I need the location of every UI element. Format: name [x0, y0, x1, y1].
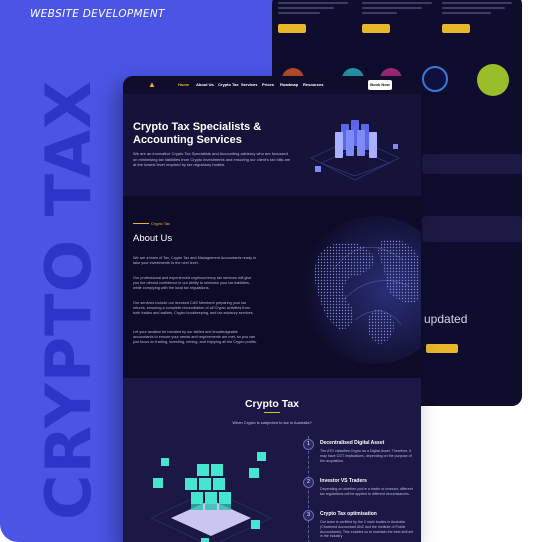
crypto-divider [264, 412, 280, 413]
site-nav: ▲ Home About Us Crypto Tax Services Pric… [123, 76, 421, 94]
hero-section: Crypto Tax Specialists & Accounting Serv… [123, 94, 421, 196]
back-text-column [442, 2, 512, 33]
back-text-column [278, 2, 348, 33]
about-title: About Us [133, 233, 173, 244]
about-section: Crypto Tax About Us We are a team of Tax… [123, 196, 421, 378]
about-paragraph: Let your taxation be handled by our skil… [133, 330, 257, 344]
about-eyebrow: Crypto Tax [151, 221, 171, 226]
feature-title: Decentralised Digital Asset [320, 440, 385, 446]
about-paragraph: Our professional and experienced cryptoc… [133, 276, 252, 290]
back-updated-heading: updated [424, 312, 468, 326]
big-title: CRYPTO TAX [32, 79, 105, 520]
feature-timeline [308, 436, 309, 542]
back-button[interactable] [426, 344, 458, 353]
book-now-button[interactable]: Book Now [368, 80, 392, 90]
nav-item-about[interactable]: About Us [196, 82, 214, 87]
partner-logo [422, 66, 448, 92]
nav-item-roadmap[interactable]: Roadmap [280, 82, 298, 87]
feature-text: The ATO classifies Crypto as a Digital A… [320, 449, 412, 463]
crypto-title: Crypto Tax [244, 398, 300, 410]
crypto-tax-section: Crypto Tax When Crypto is subjected to t… [123, 378, 421, 542]
cube-blocks-illustration [150, 452, 272, 542]
nav-item-crypto-tax[interactable]: Crypto Tax [218, 82, 239, 87]
back-button[interactable] [362, 24, 390, 33]
hero-text: We are an innovative Crypto Tax Speciali… [133, 151, 291, 167]
back-panel [422, 154, 522, 174]
about-paragraph: Our services include our licensed CAS Me… [133, 301, 254, 315]
category-tag: WEBSITE DEVELOPMENT [30, 8, 165, 20]
about-divider [133, 223, 149, 224]
hero-title: Crypto Tax Specialists & Accounting Serv… [133, 121, 262, 146]
feature-text: Depending on whether you're a trader or … [320, 487, 413, 496]
server-blocks-illustration [310, 120, 400, 181]
partner-logo [477, 64, 509, 96]
nav-item-home[interactable]: Home [178, 82, 189, 87]
front-screenshot: ▲ Home About Us Crypto Tax Services Pric… [123, 76, 421, 542]
feature-number-badge: 2 [303, 477, 314, 488]
back-panel [422, 216, 522, 242]
flame-icon[interactable]: ▲ [148, 80, 156, 90]
back-button[interactable] [278, 24, 306, 33]
feature-number-badge: 3 [303, 510, 314, 521]
portfolio-canvas: WEBSITE DEVELOPMENT CRYPTO TAX updated ▲… [0, 0, 544, 542]
feature-number-badge: 1 [303, 439, 314, 450]
back-button[interactable] [442, 24, 470, 33]
back-text-column [362, 2, 432, 33]
feature-title: Crypto Tax optimisation [320, 511, 377, 517]
nav-item-resources[interactable]: Resources [303, 82, 323, 87]
feature-text: Our team is certified by the 2 main bodi… [320, 520, 414, 539]
nav-item-prices[interactable]: Prices [262, 82, 274, 87]
feature-title: Investor VS Traders [320, 478, 367, 484]
dotted-globe-illustration [301, 216, 421, 364]
nav-item-services[interactable]: Services [241, 82, 257, 87]
crypto-subtitle: When Crypto is subjected to tax in Austr… [232, 420, 312, 425]
about-paragraph: We are a team of Tax, Crypto Tax and Man… [133, 256, 257, 265]
